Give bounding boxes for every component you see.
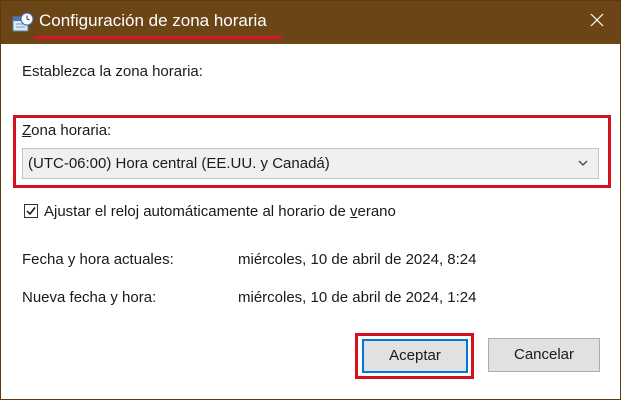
cancel-button[interactable]: Cancelar <box>488 338 600 372</box>
current-datetime-label: Fecha y hora actuales: <box>22 251 174 268</box>
window-title: Configuración de zona horaria <box>39 11 267 30</box>
chevron-down-icon <box>576 156 590 170</box>
timezone-dropdown[interactable]: (UTC-06:00) Hora central (EE.UU. y Canad… <box>22 148 599 179</box>
timezone-label-accel: Z <box>22 122 32 139</box>
clock-calendar-icon <box>12 12 34 34</box>
dst-label-before: Ajustar el reloj automáticamente al hora… <box>44 203 350 220</box>
new-datetime-value: miércoles, 10 de abril de 2024, 1:24 <box>238 289 477 306</box>
timezone-label-rest: ona horaria: <box>31 122 112 139</box>
close-button[interactable] <box>574 1 620 44</box>
timezone-label: Zona horaria: <box>22 122 111 139</box>
current-datetime-value: miércoles, 10 de abril de 2024, 8:24 <box>238 251 477 268</box>
title-annotation-underline <box>34 36 282 39</box>
close-icon <box>590 13 604 32</box>
intro-text: Establezca la zona horaria: <box>22 63 203 80</box>
new-datetime-label: Nueva fecha y hora: <box>22 289 157 306</box>
timezone-selected-value: (UTC-06:00) Hora central (EE.UU. y Canad… <box>28 155 330 172</box>
title-bar[interactable]: Configuración de zona horaria <box>1 1 620 44</box>
dst-label-accel: v <box>350 203 358 220</box>
dst-checkbox[interactable] <box>24 204 38 218</box>
checkmark-icon <box>26 207 36 216</box>
dst-checkbox-label[interactable]: Ajustar el reloj automáticamente al hora… <box>44 203 396 220</box>
dst-label-after: erano <box>357 203 396 220</box>
accept-button[interactable]: Aceptar <box>362 339 468 373</box>
timezone-settings-dialog: Configuración de zona horaria Establezca… <box>0 0 621 400</box>
